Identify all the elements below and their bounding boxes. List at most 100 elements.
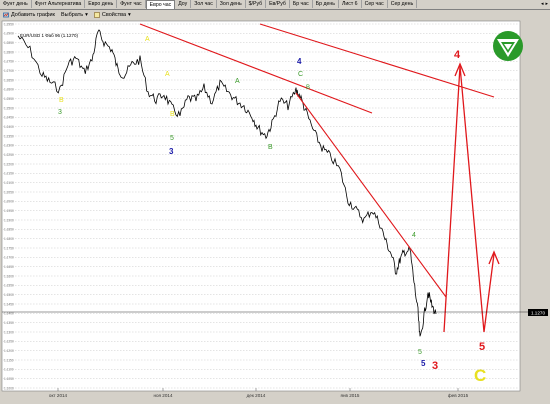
tab-9[interactable]: Ев/Руб xyxy=(266,0,290,8)
wave-label: 5 xyxy=(421,359,426,368)
y-tick-label: 1.1050 xyxy=(4,377,14,381)
y-tick-label: 1.1200 xyxy=(4,349,14,353)
price-chart[interactable]: 1.2950 1.2900 1.2850 1.2800 1.2750 1.2700 1.26… xyxy=(0,20,550,402)
chart-area[interactable]: 1.2950 1.2900 1.2850 1.2800 1.2750 1.2700 1.26… xyxy=(0,20,550,402)
chart-toolbar: Добавить график Выбрать ▾ Свойства ▾ xyxy=(0,10,550,20)
y-tick-label: 1.2850 xyxy=(4,41,14,45)
tab-11[interactable]: Бр день xyxy=(313,0,339,8)
y-tick-label: 1.2750 xyxy=(4,60,14,64)
wave-label: B xyxy=(268,144,273,151)
add-chart-icon xyxy=(3,12,9,18)
price-marker-label: 1.1270 xyxy=(531,311,545,316)
chevron-right-icon[interactable]: ▸ xyxy=(545,0,548,9)
y-tick-label: 1.2150 xyxy=(4,172,14,176)
y-tick-label: 1.2050 xyxy=(4,190,14,194)
select-label: Выбрать xyxy=(60,12,84,18)
tab-6[interactable]: Зол час xyxy=(191,0,217,8)
wave-label: A xyxy=(235,78,240,85)
y-tick-label: 1.2200 xyxy=(4,162,14,166)
add-chart-button[interactable]: Добавить график xyxy=(3,12,55,18)
tab-14[interactable]: Сер день xyxy=(388,0,418,8)
x-tick-label: окт 2014 xyxy=(49,393,68,398)
y-tick-label: 1.1250 xyxy=(4,340,14,344)
logo xyxy=(493,31,523,61)
y-tick-label: 1.2300 xyxy=(4,144,14,148)
tab-12[interactable]: Лист 6 xyxy=(339,0,362,8)
y-tick-label: 1.1350 xyxy=(4,321,14,325)
tab-13[interactable]: Сер час xyxy=(362,0,388,8)
tab-4[interactable]: Евро час xyxy=(145,0,176,9)
y-tick-label: 1.2250 xyxy=(4,153,14,157)
tab-5[interactable]: Доу xyxy=(175,0,192,8)
y-tick-label: 1.1600 xyxy=(4,274,14,278)
wave-label: A xyxy=(145,36,150,43)
wave-label: 3 xyxy=(432,360,438,372)
y-tick-label: 1.1650 xyxy=(4,265,14,269)
wave-label: 4 xyxy=(297,57,302,66)
y-tick-label: 1.1300 xyxy=(4,330,14,334)
y-tick-label: 1.1700 xyxy=(4,256,14,260)
wave-label: B xyxy=(170,111,175,118)
x-tick-label: фев 2015 xyxy=(448,393,469,398)
x-tick-label: ноя 2014 xyxy=(153,393,173,398)
wave-label: 3 xyxy=(58,109,62,116)
wave-label: C xyxy=(298,71,303,78)
sheet-tabs: Фунт день Фунт Альтернатива Евро день Фунт … xyxy=(0,0,550,10)
wave-label: A xyxy=(165,71,170,78)
y-tick-label: 1.2400 xyxy=(4,125,14,129)
select-button[interactable]: Выбрать ▾ xyxy=(61,12,88,18)
wave-label: 5 xyxy=(170,135,174,142)
y-tick-label: 1.2350 xyxy=(4,134,14,138)
y-tick-label: 1.2100 xyxy=(4,181,14,185)
y-tick-label: 1.2650 xyxy=(4,78,14,82)
y-tick-label: 1.2000 xyxy=(4,200,14,204)
properties-icon xyxy=(94,12,100,18)
x-tick-label: янв 2015 xyxy=(341,393,360,398)
y-tick-label: 1.2900 xyxy=(4,32,14,36)
tab-2[interactable]: Евро день xyxy=(85,0,118,8)
y-tick-label: 1.1000 xyxy=(4,386,14,390)
tab-3[interactable]: Фунт час xyxy=(117,0,146,8)
y-tick-label: 1.1450 xyxy=(4,302,14,306)
wave-label: 4 xyxy=(454,49,461,61)
x-tick-label: дек 2014 xyxy=(247,393,266,398)
y-tick-label: 1.1500 xyxy=(4,293,14,297)
y-tick-label: 1.2550 xyxy=(4,97,14,101)
properties-button[interactable]: Свойства ▾ xyxy=(94,12,131,18)
y-tick-label: 1.1550 xyxy=(4,284,14,288)
tab-10[interactable]: Бр час xyxy=(290,0,313,8)
plot-background xyxy=(1,20,521,392)
wave-label: 5 xyxy=(479,341,485,353)
y-tick-label: 1.2600 xyxy=(4,88,14,92)
y-tick-label: 1.2950 xyxy=(4,22,14,26)
y-tick-label: 1.1400 xyxy=(4,312,14,316)
chart-legend: EUR/USD 1 Фаб 96 (1.1270) xyxy=(20,33,79,38)
tab-1[interactable]: Фунт Альтернатива xyxy=(32,0,86,8)
y-tick-label: 1.2450 xyxy=(4,116,14,120)
add-chart-label: Добавить график xyxy=(11,12,55,18)
y-tick-label: 1.1850 xyxy=(4,228,14,232)
wave-label: B xyxy=(306,85,310,91)
chevron-left-icon[interactable]: ◂ xyxy=(541,0,544,9)
wave-label: C xyxy=(474,366,486,385)
y-tick-label: 1.1100 xyxy=(4,368,14,372)
properties-label: Свойства xyxy=(101,12,127,18)
tab-7[interactable]: Зол день xyxy=(217,0,246,8)
y-tick-label: 1.1900 xyxy=(4,218,14,222)
y-tick-label: 1.2700 xyxy=(4,69,14,73)
chevron-down-icon: ▾ xyxy=(85,12,88,18)
tab-0[interactable]: Фунт день xyxy=(0,0,32,8)
wave-label: 3 xyxy=(169,147,174,156)
y-tick-label: 1.1150 xyxy=(4,358,14,362)
y-tick-label: 1.1950 xyxy=(4,209,14,213)
y-tick-label: 1.1800 xyxy=(4,237,14,241)
tab-scroll-controls: ◂ ▸ xyxy=(417,0,550,9)
y-tick-label: 1.2800 xyxy=(4,50,14,54)
wave-label: 4 xyxy=(412,232,416,239)
wave-label: B xyxy=(59,97,64,104)
chevron-down-icon: ▾ xyxy=(128,12,131,18)
y-tick-label: 1.1750 xyxy=(4,246,14,250)
y-tick-label: 1.2500 xyxy=(4,106,14,110)
tab-8[interactable]: $/Руб xyxy=(246,0,267,8)
wave-label: 5 xyxy=(418,349,422,356)
